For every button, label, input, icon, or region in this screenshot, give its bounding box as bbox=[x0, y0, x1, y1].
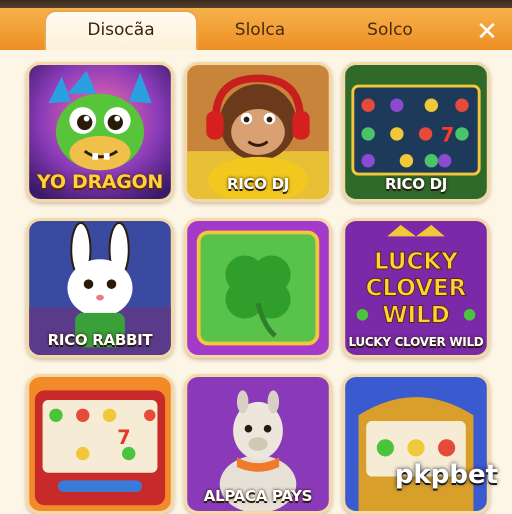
game-card-slot-machine-gold[interactable] bbox=[342, 374, 490, 514]
slot-machine-gold-icon bbox=[345, 377, 487, 511]
game-card-yo-dragon[interactable]: YO DRAGON bbox=[26, 62, 174, 202]
logo-line-1: LUCKY bbox=[374, 249, 458, 275]
close-button[interactable]: ✕ bbox=[472, 18, 502, 48]
game-title: YO DRAGON bbox=[37, 171, 163, 193]
tab-solco[interactable]: Solco bbox=[330, 12, 450, 50]
tab-bar: Disocãa Slolca Solco ✕ bbox=[0, 8, 512, 54]
game-title: LUCKY CLOVER WILD bbox=[348, 335, 484, 349]
game-card-lucky-clover-wild[interactable]: LUCKY CLOVER WILD LUCKY CLOVER WILD bbox=[342, 218, 490, 358]
logo-line-3: WILD bbox=[382, 302, 450, 328]
game-card-rico-dj[interactable]: RICO DJ bbox=[184, 62, 332, 202]
logo-line-2: CLOVER bbox=[366, 276, 467, 302]
game-title: RICO DJ bbox=[384, 175, 448, 193]
game-card-clover[interactable] bbox=[184, 218, 332, 358]
game-title: RICO DJ bbox=[226, 175, 290, 193]
game-grid: YO DRAGON RICO DJ 7 RICO DJ RICO RABBIT … bbox=[0, 50, 512, 514]
game-card-alpaca-pays[interactable]: ALPACA PAYS bbox=[184, 374, 332, 514]
watermark: pkpbet bbox=[394, 460, 498, 490]
clover-icon bbox=[187, 221, 329, 355]
svg-text:7: 7 bbox=[441, 124, 454, 147]
tab-disocaa[interactable]: Disocãa bbox=[44, 10, 198, 54]
game-title: ALPACA PAYS bbox=[203, 487, 313, 505]
game-panel: YO DRAGON RICO DJ 7 RICO DJ RICO RABBIT … bbox=[0, 50, 512, 514]
tab-slolca[interactable]: Slolca bbox=[200, 12, 320, 50]
slot-machine-icon: 7 bbox=[29, 377, 171, 511]
game-title: RICO RABBIT bbox=[47, 331, 153, 349]
game-card-rico-rabbit[interactable]: RICO RABBIT bbox=[26, 218, 174, 358]
svg-text:7: 7 bbox=[117, 426, 130, 449]
close-icon: ✕ bbox=[476, 17, 498, 47]
game-card-slot-machine[interactable]: 7 bbox=[26, 374, 174, 514]
game-card-rico-dj-slots[interactable]: 7 RICO DJ bbox=[342, 62, 490, 202]
